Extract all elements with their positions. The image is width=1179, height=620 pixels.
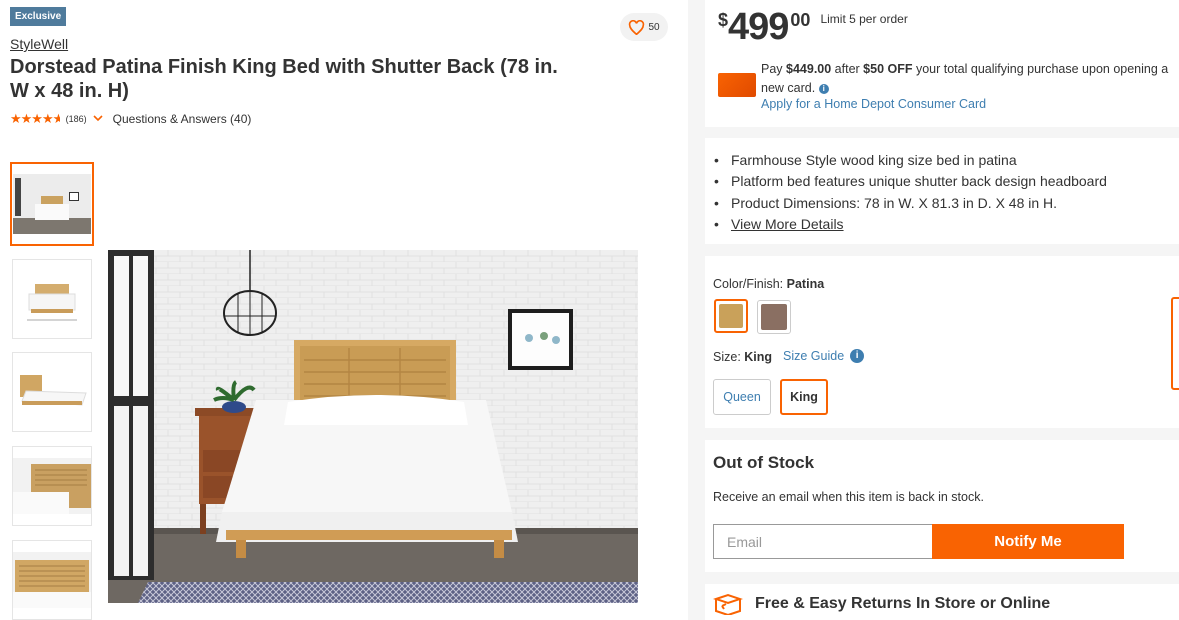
review-count[interactable]: (186) bbox=[66, 114, 87, 124]
questions-answers-link[interactable]: Questions & Answers (40) bbox=[113, 112, 252, 126]
thumb-room-scene[interactable] bbox=[10, 162, 94, 246]
buybox-column: $ 499 00 Limit 5 per order Pay $449.00 a… bbox=[688, 0, 1179, 620]
chevron-down-icon[interactable] bbox=[93, 114, 103, 125]
returns-title: Free & Easy Returns In Store or Online bbox=[755, 595, 1051, 612]
favorite-button[interactable]: 50 bbox=[620, 13, 668, 41]
highlight-item: View More Details bbox=[714, 214, 1107, 236]
return-box-icon bbox=[713, 593, 743, 615]
price-cents: 00 bbox=[790, 10, 811, 30]
rating-stars[interactable]: ★★★★★ bbox=[10, 111, 60, 127]
rating-row: ★★★★★ (186) Questions & Answers (40) bbox=[10, 111, 251, 127]
highlights-list: Farmhouse Style wood king size bed in pa… bbox=[714, 150, 1107, 236]
thumb-bed-angle[interactable] bbox=[12, 352, 92, 432]
size-option-queen[interactable]: Queen bbox=[713, 379, 771, 415]
side-panel-tab[interactable] bbox=[1171, 297, 1179, 390]
out-of-stock-title: Out of Stock bbox=[713, 453, 815, 472]
favorite-count: 50 bbox=[648, 21, 660, 33]
price-currency: $ bbox=[718, 10, 729, 30]
brand-link[interactable]: StyleWell bbox=[10, 36, 68, 52]
highlight-item: Farmhouse Style wood king size bed in pa… bbox=[714, 150, 1107, 172]
highlight-item: Product Dimensions: 78 in W. X 81.3 in D… bbox=[714, 193, 1107, 215]
thumb-bed-dimensions[interactable] bbox=[12, 259, 92, 339]
product-title: Dorstead Patina Finish King Bed with Shu… bbox=[10, 56, 558, 102]
email-input[interactable] bbox=[713, 524, 933, 559]
swatch-brown[interactable] bbox=[757, 300, 791, 334]
returns-banner: Free & Easy Returns In Store or Online bbox=[713, 593, 1050, 615]
highlight-item: Platform bed features unique shutter bac… bbox=[714, 171, 1107, 193]
hero-product-image[interactable] bbox=[108, 250, 638, 603]
notify-me-button[interactable]: Notify Me bbox=[932, 524, 1124, 559]
price-dollars: 499 bbox=[728, 6, 789, 48]
out-of-stock-subtitle: Receive an email when this item is back … bbox=[713, 490, 984, 504]
exclusive-badge: Exclusive bbox=[10, 7, 67, 26]
purchase-limit: Limit 5 per order bbox=[820, 12, 908, 26]
size-option-king[interactable]: King bbox=[780, 379, 828, 415]
color-label: Color/Finish: Patina bbox=[713, 277, 825, 291]
thumb-headboard-closeup[interactable] bbox=[12, 446, 92, 526]
product-media-column: Exclusive 50 StyleWell Dorstead Patina F… bbox=[0, 0, 688, 620]
promo-text: Pay $449.00 after $50 OFF your total qua… bbox=[761, 62, 1169, 95]
price: $ 499 00 Limit 5 per order bbox=[718, 6, 908, 48]
size-guide-link[interactable]: Size Guide i bbox=[783, 349, 865, 363]
heart-outline-icon bbox=[629, 19, 645, 35]
swatch-patina[interactable] bbox=[714, 299, 748, 333]
credit-card-icon bbox=[718, 73, 756, 97]
thumb-headboard-front[interactable] bbox=[12, 540, 92, 620]
info-icon[interactable]: i bbox=[818, 83, 829, 94]
view-more-details-link[interactable]: View More Details bbox=[731, 216, 844, 232]
size-label: Size: King bbox=[713, 350, 773, 364]
apply-card-link[interactable]: Apply for a Home Depot Consumer Card bbox=[761, 97, 986, 111]
info-icon: i bbox=[850, 349, 865, 363]
